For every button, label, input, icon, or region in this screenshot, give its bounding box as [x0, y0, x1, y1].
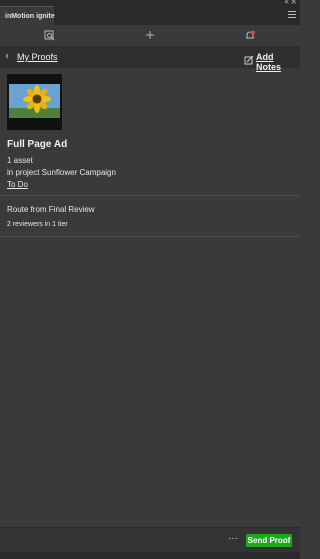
footer-bar: ··· Send Proof — [0, 527, 300, 552]
divider — [0, 236, 300, 237]
notification-icon[interactable] — [245, 30, 257, 42]
panel-menu-icon[interactable] — [288, 11, 296, 19]
add-icon[interactable] — [145, 30, 157, 42]
add-notes-link[interactable]: Add Notes — [256, 52, 300, 72]
route-name: Route from Final Review — [7, 205, 95, 214]
back-chevron-icon[interactable]: ‹ — [5, 51, 9, 62]
asset-title: Full Page Ad — [7, 139, 68, 150]
route-reviewers: 2 reviewers in 1 tier — [7, 221, 68, 228]
search-proof-icon[interactable] — [44, 30, 56, 42]
asset-count: 1 asset — [7, 156, 33, 165]
my-proofs-link[interactable]: My Proofs — [17, 52, 58, 62]
asset-status-link[interactable]: To Do — [7, 180, 28, 189]
navigation-bar: ‹ My Proofs Add Notes — [0, 47, 300, 72]
asset-project: in project Sunflower Campaign — [7, 168, 116, 177]
notes-icon[interactable] — [244, 52, 254, 70]
toolbar — [0, 25, 300, 47]
divider — [0, 195, 300, 196]
asset-thumbnail[interactable] — [7, 74, 62, 130]
panel-tab-bar: inMotion ignite — [0, 6, 300, 25]
panel-bottom-strip — [0, 552, 300, 559]
more-icon[interactable]: ··· — [228, 533, 238, 544]
panel-tab[interactable]: inMotion ignite — [0, 6, 55, 25]
send-proof-button[interactable]: Send Proof — [246, 534, 292, 547]
